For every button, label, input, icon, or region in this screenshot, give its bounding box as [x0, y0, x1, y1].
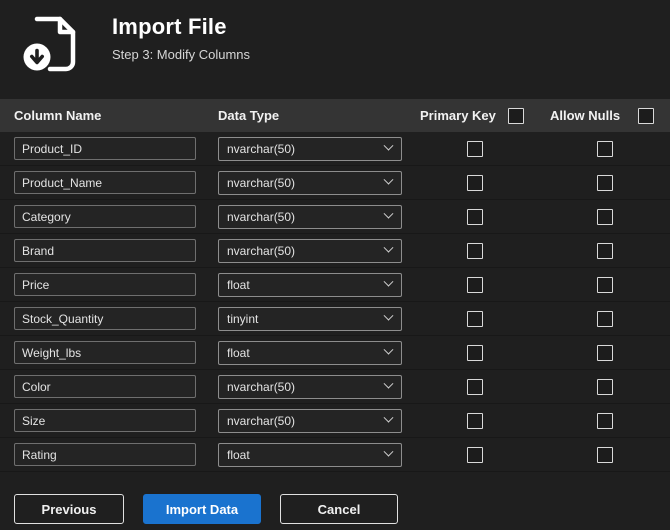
data-type-value: nvarchar(50) [227, 243, 296, 258]
page-header: Import File Step 3: Modify Columns [0, 0, 670, 82]
allow-nulls-checkbox[interactable] [597, 412, 613, 429]
data-type-value: float [227, 345, 250, 360]
table-row: nvarchar(50) [0, 370, 670, 404]
column-name-input[interactable] [14, 137, 196, 160]
page-title: Import File [112, 14, 227, 39]
column-name-header: Column Name [14, 108, 102, 123]
column-name-input[interactable] [14, 375, 196, 398]
import-data-button[interactable]: Import Data [143, 494, 261, 524]
allow-nulls-checkbox[interactable] [597, 276, 613, 293]
table-row: nvarchar(50) [0, 132, 670, 166]
table-row: nvarchar(50) [0, 200, 670, 234]
import-file-icon [20, 10, 112, 79]
data-type-select[interactable]: nvarchar(50) [218, 136, 402, 161]
data-type-select[interactable]: tinyint [218, 306, 402, 331]
allow-nulls-checkbox[interactable] [597, 242, 613, 259]
allow-nulls-checkbox[interactable] [597, 378, 613, 395]
data-type-value: float [227, 447, 250, 462]
primary-key-checkbox[interactable] [467, 174, 483, 191]
allow-nulls-header: Allow Nulls [550, 108, 621, 123]
table-row: float [0, 268, 670, 302]
data-type-value: nvarchar(50) [227, 209, 296, 224]
primary-key-checkbox[interactable] [467, 242, 483, 259]
chevron-down-icon [383, 140, 394, 151]
table-row: float [0, 438, 670, 472]
allow-nulls-checkbox[interactable] [597, 208, 613, 225]
chevron-down-icon [383, 446, 394, 457]
data-type-header: Data Type [218, 108, 280, 123]
data-type-select[interactable]: nvarchar(50) [218, 170, 402, 195]
data-type-select[interactable]: nvarchar(50) [218, 204, 402, 229]
allow-nulls-checkbox[interactable] [597, 310, 613, 327]
table-row: float [0, 336, 670, 370]
primary-key-checkbox[interactable] [467, 378, 483, 395]
allow-nulls-select-all-checkbox[interactable] [638, 107, 654, 124]
primary-key-checkbox[interactable] [467, 276, 483, 293]
table-row: nvarchar(50) [0, 166, 670, 200]
data-type-select[interactable]: nvarchar(50) [218, 238, 402, 263]
data-type-select[interactable]: float [218, 340, 402, 365]
data-type-select[interactable]: nvarchar(50) [218, 408, 402, 433]
table-row: tinyint [0, 302, 670, 336]
chevron-down-icon [383, 378, 394, 389]
chevron-down-icon [383, 412, 394, 423]
column-name-input[interactable] [14, 341, 196, 364]
primary-key-checkbox[interactable] [467, 344, 483, 361]
chevron-down-icon [383, 242, 394, 253]
allow-nulls-checkbox[interactable] [597, 446, 613, 463]
table-row: nvarchar(50) [0, 234, 670, 268]
chevron-down-icon [383, 276, 394, 287]
chevron-down-icon [383, 310, 394, 321]
column-name-input[interactable] [14, 273, 196, 296]
page-subtitle: Step 3: Modify Columns [112, 47, 251, 62]
allow-nulls-checkbox[interactable] [597, 344, 613, 361]
previous-button[interactable]: Previous [14, 494, 124, 524]
data-type-value: nvarchar(50) [227, 175, 296, 190]
data-type-value: nvarchar(50) [227, 413, 296, 428]
data-type-value: float [227, 277, 250, 292]
column-name-input[interactable] [14, 307, 196, 330]
table-row: nvarchar(50) [0, 404, 670, 438]
chevron-down-icon [383, 174, 394, 185]
data-type-select[interactable]: float [218, 442, 402, 467]
column-name-input[interactable] [14, 205, 196, 228]
column-rows: nvarchar(50) nvarchar(50) [0, 132, 670, 472]
column-name-input[interactable] [14, 443, 196, 466]
data-type-value: nvarchar(50) [227, 379, 296, 394]
primary-key-select-all-checkbox[interactable] [508, 107, 524, 124]
primary-key-checkbox[interactable] [467, 140, 483, 157]
primary-key-checkbox[interactable] [467, 446, 483, 463]
footer-buttons: Previous Import Data Cancel [0, 472, 670, 524]
data-type-value: tinyint [227, 311, 259, 326]
data-type-select[interactable]: float [218, 272, 402, 297]
chevron-down-icon [383, 344, 394, 355]
chevron-down-icon [383, 208, 394, 219]
primary-key-header: Primary Key [420, 108, 496, 123]
primary-key-checkbox[interactable] [467, 412, 483, 429]
table-header-row: Column Name Data Type Primary Key Allow … [0, 99, 670, 132]
column-name-input[interactable] [14, 239, 196, 262]
column-name-input[interactable] [14, 409, 196, 432]
column-name-input[interactable] [14, 171, 196, 194]
data-type-value: nvarchar(50) [227, 141, 296, 156]
allow-nulls-checkbox[interactable] [597, 174, 613, 191]
data-type-select[interactable]: nvarchar(50) [218, 374, 402, 399]
primary-key-checkbox[interactable] [467, 310, 483, 327]
primary-key-checkbox[interactable] [467, 208, 483, 225]
cancel-button[interactable]: Cancel [280, 494, 398, 524]
allow-nulls-checkbox[interactable] [597, 140, 613, 157]
